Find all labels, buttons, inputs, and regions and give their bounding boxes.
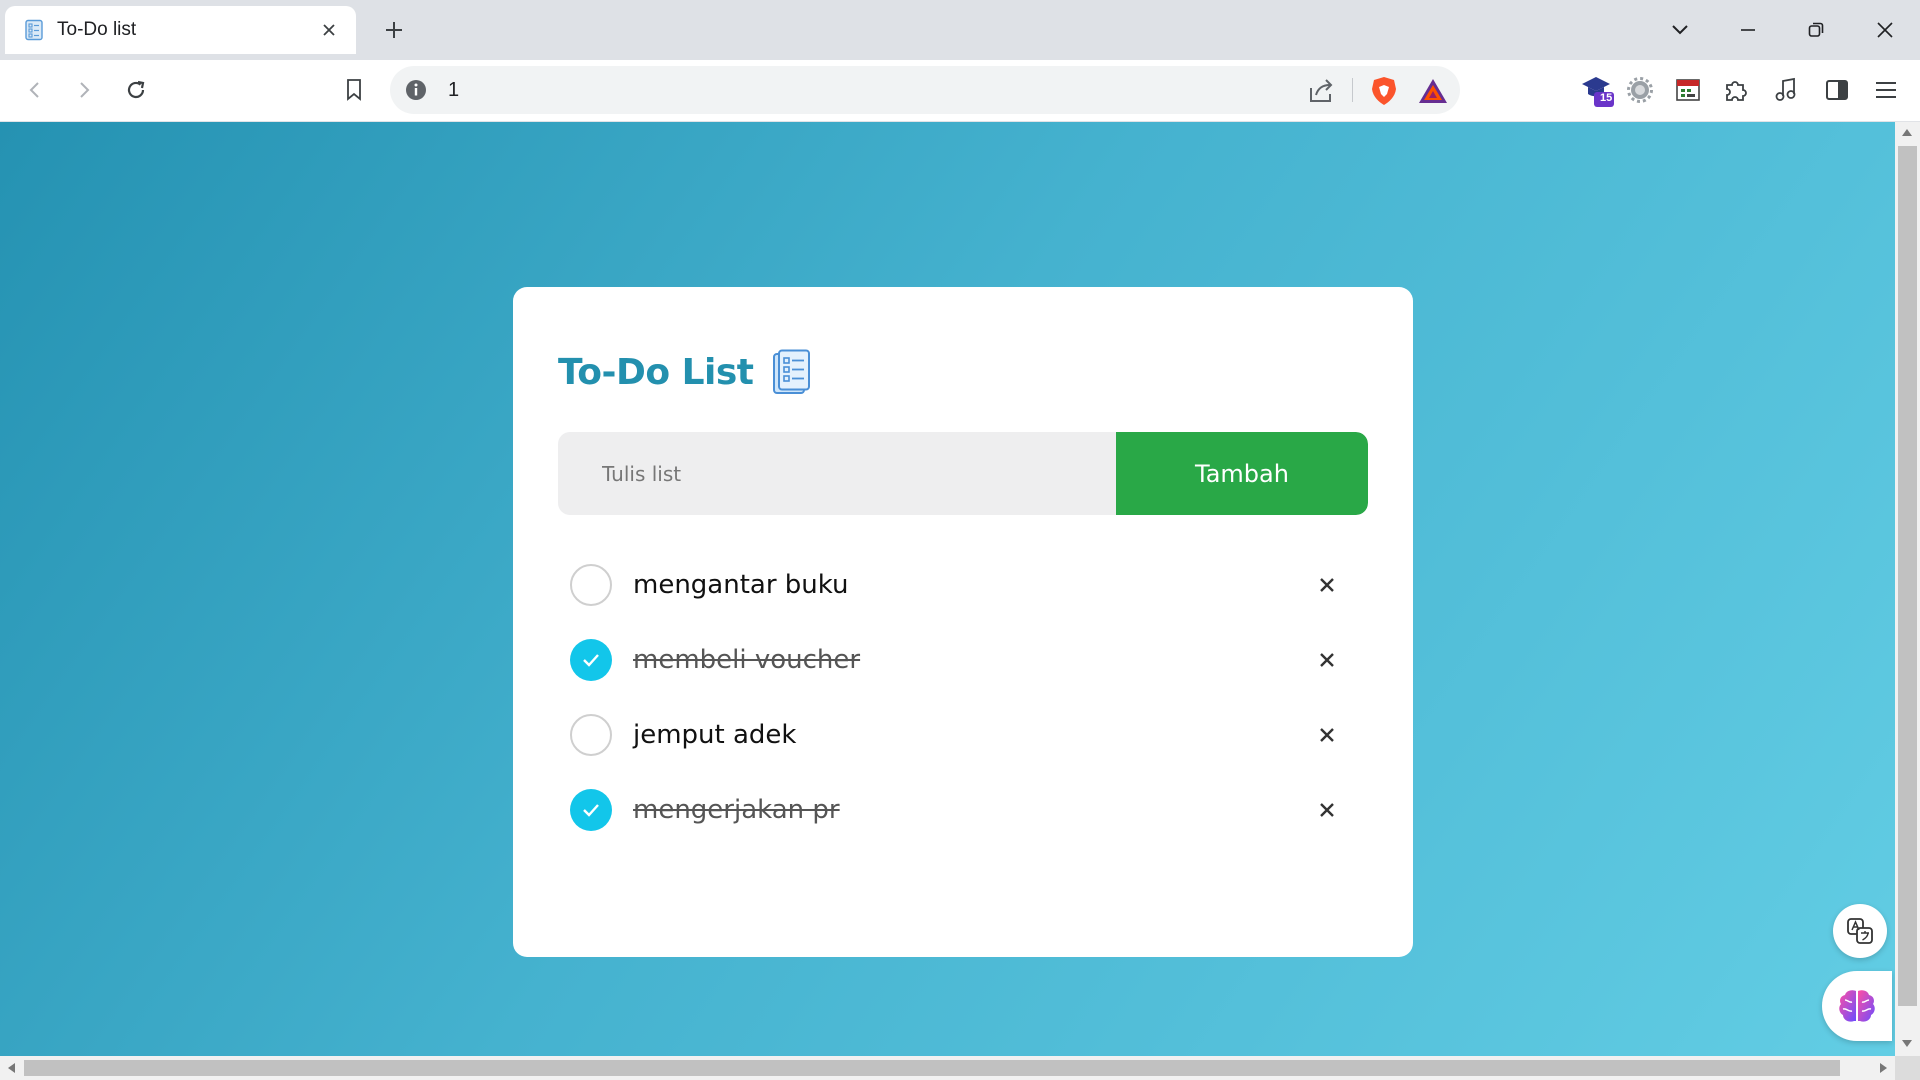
plus-icon[interactable] xyxy=(378,14,410,46)
extension-badge: 15 xyxy=(1600,92,1613,104)
reload-icon[interactable] xyxy=(116,70,156,110)
vertical-scrollbar[interactable] xyxy=(1895,122,1920,1056)
todo-text[interactable]: mengantar buku xyxy=(633,570,1312,600)
bookmark-icon[interactable] xyxy=(334,70,374,110)
list-item[interactable]: jemput adek xyxy=(570,705,1350,765)
checkmark-icon xyxy=(583,804,599,817)
scrollbar-corner xyxy=(1895,1056,1920,1080)
horizontal-scrollbar[interactable] xyxy=(0,1056,1895,1080)
vertical-scroll-thumb[interactable] xyxy=(1898,146,1917,1006)
scroll-left-icon[interactable] xyxy=(8,1063,15,1073)
translate-icon xyxy=(1847,918,1873,944)
graduation-cap-icon[interactable]: 15 xyxy=(1577,70,1617,110)
close-icon[interactable] xyxy=(1855,10,1915,50)
browser-tab[interactable]: To-Do list xyxy=(5,6,356,54)
todo-checkbox-checked[interactable] xyxy=(570,789,612,831)
checkmark-icon xyxy=(583,654,599,667)
close-tab-icon[interactable] xyxy=(316,17,342,43)
calendar-extension-icon[interactable] xyxy=(1668,70,1708,110)
page-title: To-Do List xyxy=(558,351,754,393)
puzzle-icon[interactable] xyxy=(1716,70,1756,110)
address-bar[interactable]: 1 xyxy=(390,66,1460,114)
horizontal-scroll-thumb[interactable] xyxy=(24,1060,1840,1076)
todo-card: To-Do List Tambah mengantar buku xyxy=(513,287,1413,957)
url-text[interactable]: 1 xyxy=(448,79,459,102)
minimize-icon[interactable] xyxy=(1718,10,1778,50)
restore-icon[interactable] xyxy=(1786,10,1846,50)
card-header: To-Do List xyxy=(558,349,810,395)
delete-icon[interactable] xyxy=(1312,720,1342,750)
add-todo-row: Tambah xyxy=(558,432,1368,515)
browser-toolbar: 1 15 xyxy=(0,60,1920,122)
add-todo-button[interactable]: Tambah xyxy=(1116,432,1368,515)
scroll-down-icon[interactable] xyxy=(1902,1040,1912,1047)
assistant-button[interactable] xyxy=(1822,971,1892,1041)
todo-text[interactable]: membeli voucher xyxy=(633,645,1312,675)
delete-icon[interactable] xyxy=(1312,570,1342,600)
list-item[interactable]: mengantar buku xyxy=(570,555,1350,615)
sidebar-icon[interactable] xyxy=(1817,70,1857,110)
page-viewport: To-Do List Tambah mengantar buku xyxy=(0,122,1895,1056)
tab-title: To-Do list xyxy=(57,19,137,40)
brain-icon xyxy=(1839,990,1875,1022)
info-icon[interactable] xyxy=(404,78,428,102)
list-item[interactable]: mengerjakan pr xyxy=(570,780,1350,840)
music-icon[interactable] xyxy=(1766,70,1806,110)
tab-strip: To-Do list xyxy=(0,0,1920,60)
menu-icon[interactable] xyxy=(1866,70,1906,110)
list-item[interactable]: membeli voucher xyxy=(570,630,1350,690)
todo-input[interactable] xyxy=(558,432,1116,515)
todo-checkbox[interactable] xyxy=(570,714,612,756)
todo-checkbox[interactable] xyxy=(570,564,612,606)
scroll-right-icon[interactable] xyxy=(1880,1063,1887,1073)
address-divider xyxy=(1352,78,1353,102)
scroll-up-icon[interactable] xyxy=(1902,129,1912,136)
gear-extension-icon[interactable] xyxy=(1620,70,1660,110)
bat-rewards-icon[interactable] xyxy=(1418,78,1448,104)
share-icon[interactable] xyxy=(1306,76,1336,106)
todo-text[interactable]: jemput adek xyxy=(633,720,1312,750)
forward-icon[interactable] xyxy=(64,70,104,110)
back-icon[interactable] xyxy=(15,70,55,110)
brave-shield-icon[interactable] xyxy=(1370,76,1398,106)
delete-icon[interactable] xyxy=(1312,645,1342,675)
todo-checkbox-checked[interactable] xyxy=(570,639,612,681)
checklist-icon xyxy=(772,349,810,394)
chevron-down-icon[interactable] xyxy=(1650,10,1710,50)
checklist-icon xyxy=(25,19,43,41)
translate-button[interactable] xyxy=(1833,904,1887,958)
todo-text[interactable]: mengerjakan pr xyxy=(633,795,1312,825)
delete-icon[interactable] xyxy=(1312,795,1342,825)
